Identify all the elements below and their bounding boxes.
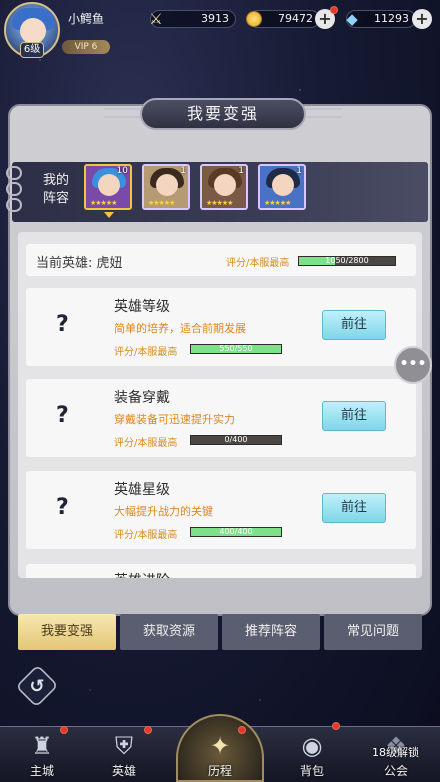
lineup-hero-slot[interactable]: 1 ★★★★★: [258, 164, 306, 210]
question-icon: ?: [56, 312, 69, 337]
helmet-icon: ⛨: [115, 732, 133, 760]
card-progress-bar: 550/550: [190, 344, 282, 354]
hero-level: 10: [116, 166, 128, 176]
go-button[interactable]: 前往: [322, 401, 386, 431]
lineup-hero-slot[interactable]: 10 ★★★★★: [84, 164, 132, 210]
chat-icon[interactable]: •••: [394, 346, 432, 384]
stamina-value: 3913: [201, 12, 229, 25]
gold-resource: 79472: [246, 10, 320, 28]
card-desc: 穿戴装备可迅速提升实力: [114, 413, 235, 426]
card-desc: 简单的培养，适合前期发展: [114, 322, 246, 335]
star-crest-icon: ✦: [209, 732, 231, 760]
hero-level: 1: [296, 166, 302, 176]
hero-stars: ★★★★★: [90, 199, 117, 207]
card-score-label: 评分/本服最高: [114, 530, 178, 541]
backpack-icon: ◉: [301, 732, 323, 760]
nav-heroes[interactable]: ⛨ 英雄: [84, 726, 164, 782]
stamina-resource: ⚔ 3913: [149, 10, 236, 28]
improve-card-hero-stars: ? 英雄星级 大幅提升战力的关键 评分/本服最高 400/400 前往: [26, 471, 416, 549]
card-score-text: 400/400: [219, 527, 253, 536]
player-level-badge: 6级: [20, 42, 44, 58]
improve-card-partial: 英雄进阶: [26, 564, 416, 578]
return-icon: ↺: [29, 676, 45, 697]
hero-level: 1: [180, 166, 186, 176]
diamond-resource: ◆ 11293: [346, 10, 416, 28]
question-icon: ?: [56, 403, 69, 428]
hero-stars: ★★★★★: [264, 199, 291, 207]
current-hero-score-label: 评分/本服最高: [226, 258, 290, 269]
card-score-label: 评分/本服最高: [114, 438, 178, 449]
card-desc: 大幅提升战力的关键: [114, 505, 213, 518]
nav-label: 主城: [29, 764, 54, 778]
go-button[interactable]: 前往: [322, 493, 386, 523]
page-title: 我要变强: [140, 98, 306, 130]
current-hero-score-text: 1050/2800: [325, 256, 369, 265]
title-ornament-left: [104, 108, 140, 118]
hero-stars: ★★★★★: [148, 199, 175, 207]
improve-card-hero-level: ? 英雄等级 简单的培养，适合前期发展 评分/本服最高 550/550 前往: [26, 288, 416, 366]
title-ornament-right: [306, 108, 342, 118]
notification-dot: [60, 726, 68, 734]
hero-stars: ★★★★★: [206, 199, 233, 207]
diamond-icon: ◆: [346, 10, 358, 28]
vip-badge[interactable]: VIP 6: [62, 40, 110, 54]
card-title: 英雄星级: [114, 482, 170, 498]
ring-decoration: [6, 166, 22, 180]
top-bar: 6级 小鳄鱼 VIP 6 ⚔ 3913 79472 + ◆ 11293 +: [0, 0, 440, 60]
gold-notification-dot: [330, 6, 338, 14]
gold-coin-icon: [243, 8, 265, 30]
notification-dot: [238, 726, 246, 734]
tab-recommended-lineup[interactable]: 推荐阵容: [222, 614, 320, 650]
current-hero-label: 当前英雄: 虎妞: [36, 256, 123, 271]
notification-dot: [144, 726, 152, 734]
castle-icon: ♜: [31, 732, 53, 760]
selected-hero-arrow-icon: [104, 212, 114, 218]
current-hero-row: 当前英雄: 虎妞 评分/本服最高 1050/2800: [26, 244, 416, 276]
nav-journey[interactable]: ✦ 历程: [180, 726, 260, 782]
card-progress-bar: 400/400: [190, 527, 282, 537]
hero-level: 1: [238, 166, 244, 176]
card-title: 英雄进阶: [114, 570, 170, 578]
card-score-label: 评分/本服最高: [114, 347, 178, 358]
gold-value: 79472: [278, 12, 313, 25]
ring-decoration: [6, 198, 22, 212]
card-progress-bar: 0/400: [190, 435, 282, 445]
go-button[interactable]: 前往: [322, 310, 386, 340]
card-title: 装备穿戴: [114, 390, 170, 406]
card-title: 英雄等级: [114, 299, 170, 315]
diamond-value: 11293: [374, 12, 409, 25]
nav-label: 历程: [207, 764, 232, 778]
card-score-text: 0/400: [224, 435, 248, 444]
tab-get-stronger[interactable]: 我要变强: [18, 614, 116, 650]
nav-main-city[interactable]: ♜ 主城: [2, 726, 82, 782]
card-score-text: 550/550: [219, 344, 253, 353]
nav-label: 公会: [383, 764, 408, 778]
lineup-hero-slot[interactable]: 1 ★★★★★: [200, 164, 248, 210]
nav-label: 英雄: [111, 764, 136, 778]
guild-unlock-note: 18级解锁: [372, 746, 419, 759]
question-icon: ?: [56, 495, 69, 520]
lineup-label: 我的阵容: [42, 173, 69, 206]
lineup-hero-slot[interactable]: 1 ★★★★★: [142, 164, 190, 210]
nav-bag[interactable]: ◉ 背包: [272, 726, 352, 782]
add-diamond-button[interactable]: +: [412, 9, 432, 29]
notification-dot: [332, 722, 340, 730]
tab-faq[interactable]: 常见问题: [324, 614, 422, 650]
swords-icon: ⚔: [149, 10, 163, 28]
tab-bar: 我要变强 获取资源 推荐阵容 常见问题: [18, 614, 422, 650]
ring-decoration: [6, 182, 22, 196]
player-name: 小鳄鱼: [68, 12, 105, 26]
current-hero-progress-bar: 1050/2800: [298, 256, 396, 266]
improve-card-equipment: ? 装备穿戴 穿戴装备可迅速提升实力 评分/本服最高 0/400 前往: [26, 379, 416, 457]
nav-label: 背包: [299, 764, 324, 778]
tab-get-resources[interactable]: 获取资源: [120, 614, 218, 650]
